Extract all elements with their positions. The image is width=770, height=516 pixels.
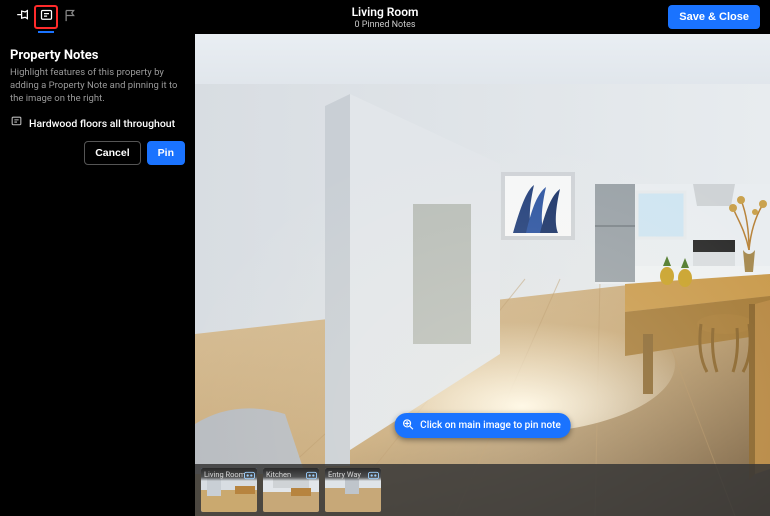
note-row: Hardwood floors all throughout — [10, 115, 185, 131]
flag-icon — [63, 8, 78, 26]
note-icon — [39, 8, 54, 26]
note-tool[interactable] — [34, 5, 58, 29]
note-text: Hardwood floors all throughout — [29, 117, 175, 130]
cancel-button[interactable]: Cancel — [84, 141, 140, 165]
room-illustration — [195, 34, 770, 516]
save-close-button[interactable]: Save & Close — [668, 5, 760, 29]
pin-button[interactable]: Pin — [147, 141, 185, 165]
tool-group — [10, 5, 82, 29]
room-title: Living Room — [352, 5, 419, 19]
sidebar: Property Notes Highlight features of thi… — [0, 34, 195, 516]
pin-tool[interactable] — [10, 5, 34, 29]
viewer: Click on main image to pin note — [195, 34, 770, 516]
flag-tool[interactable] — [58, 5, 82, 29]
thumbnail[interactable]: Entry Way — [325, 468, 381, 512]
app-root: Living Room 0 Pinned Notes Save & Close … — [0, 0, 770, 516]
body: Property Notes Highlight features of thi… — [0, 34, 770, 516]
vr-badge-icon — [243, 470, 255, 480]
note-row-icon — [10, 115, 23, 131]
thumbnail-strip: Living Room — [195, 464, 770, 516]
pin-icon — [15, 8, 30, 26]
header-title-block: Living Room 0 Pinned Notes — [0, 0, 770, 34]
panel-desc: Highlight features of this property by a… — [10, 67, 185, 105]
note-button-row: Cancel Pin — [10, 141, 185, 165]
vr-badge-icon — [367, 470, 379, 480]
vr-badge-icon — [305, 470, 317, 480]
target-icon — [400, 417, 414, 434]
panel-title: Property Notes — [10, 48, 185, 63]
top-bar: Living Room 0 Pinned Notes Save & Close — [0, 0, 770, 34]
pinned-subtitle: 0 Pinned Notes — [354, 20, 415, 30]
thumbnail[interactable]: Kitchen — [263, 468, 319, 512]
thumbnail[interactable]: Living Room — [201, 468, 257, 512]
pin-hint-text: Click on main image to pin note — [420, 420, 561, 431]
main-image[interactable]: Click on main image to pin note — [195, 34, 770, 516]
pin-hint: Click on main image to pin note — [394, 413, 571, 438]
